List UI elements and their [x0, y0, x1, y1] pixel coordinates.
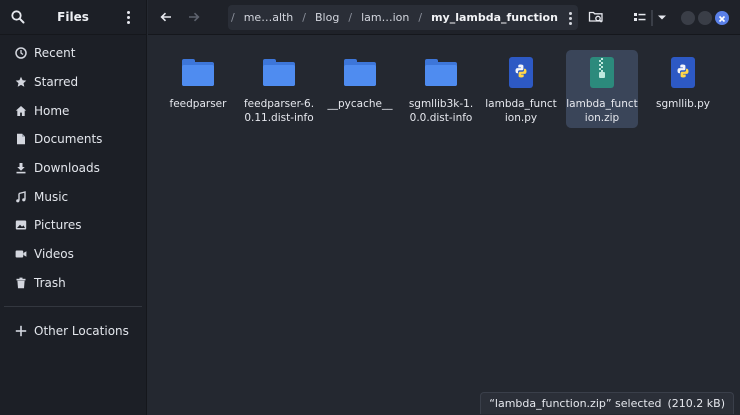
forward-arrow-icon[interactable] [186, 9, 202, 25]
sidebar-item-label: Home [34, 103, 70, 118]
file-name: feedparser-6.0.11.dist-info [243, 98, 315, 124]
sidebar-item-label: Videos [34, 247, 74, 262]
sidebar-item-trash[interactable]: Trash [0, 269, 146, 298]
toolbar-divider [651, 10, 653, 26]
file-item-folder[interactable]: feedparser-6.0.11.dist-info [243, 50, 315, 128]
zip-archive-icon [584, 55, 620, 91]
file-name: lambda_function.py [485, 98, 557, 124]
sidebar-item-label: Music [34, 189, 69, 204]
sidebar-item-downloads[interactable]: Downloads [0, 154, 146, 183]
sidebar-item-home[interactable]: Home [0, 96, 146, 125]
file-view: feedparser feedparser-6.0.11.dist-info _… [148, 36, 740, 415]
music-icon [15, 190, 27, 203]
path-separator: / [418, 11, 423, 24]
chevron-down-icon[interactable] [654, 9, 670, 25]
file-name: lambda_function.zip [566, 98, 638, 124]
status-selected-text: “lambda_function.zip” selected [489, 397, 662, 410]
plus-icon [15, 325, 27, 337]
sidebar-item-label: Documents [34, 132, 103, 147]
sidebar-item-videos[interactable]: Videos [0, 240, 146, 269]
breadcrumb-item[interactable]: me…alth [238, 11, 300, 24]
file-name: sgmllib3k-1.0.0.dist-info [408, 98, 474, 124]
file-name: feedparser [169, 98, 227, 110]
video-icon [15, 248, 27, 260]
breadcrumb-item[interactable]: Blog [309, 11, 345, 24]
sidebar-item-label: Pictures [34, 218, 82, 233]
picture-icon [15, 219, 27, 231]
close-icon [718, 15, 726, 23]
path-separator: / [302, 11, 307, 24]
trash-icon [15, 277, 27, 289]
minimize-button[interactable] [681, 11, 695, 25]
selection-status: “lambda_function.zip” selected (210.2 kB… [480, 392, 734, 414]
download-icon [15, 162, 27, 174]
path-separator: / [231, 11, 235, 24]
close-button[interactable] [715, 11, 729, 25]
file-item-folder[interactable]: sgmllib3k-1.0.0.dist-info [405, 50, 477, 128]
back-arrow-icon[interactable] [158, 9, 174, 25]
header-bar: / me…alth / Blog / lam…ion / my_lambda_f… [148, 0, 740, 35]
sidebar-item-label: Other Locations [34, 323, 129, 338]
search-folder-icon[interactable] [588, 9, 604, 25]
sidebar-header: Files [0, 0, 146, 35]
places-list: Recent Starred Home Documents Downloads … [0, 35, 146, 345]
main-menu-icon[interactable] [120, 9, 136, 25]
sidebar: Files Recent Starred Home Documents Down… [0, 0, 147, 415]
file-name: sgmllib.py [656, 98, 710, 110]
sidebar-item-label: Downloads [34, 161, 100, 176]
breadcrumb-item[interactable]: lam…ion [355, 11, 415, 24]
maximize-button[interactable] [698, 11, 712, 25]
clock-icon [15, 47, 27, 60]
sidebar-item-label: Recent [34, 46, 76, 61]
folder-icon [423, 55, 459, 91]
file-item-folder[interactable]: feedparser [162, 50, 234, 128]
app-title: Files [57, 10, 89, 24]
path-bar: / me…alth / Blog / lam…ion / my_lambda_f… [228, 5, 578, 30]
file-item-python[interactable]: sgmllib.py [647, 50, 719, 128]
sidebar-item-other-locations[interactable]: Other Locations [0, 316, 146, 345]
python-file-icon [503, 55, 539, 91]
list-view-icon[interactable] [632, 9, 648, 25]
path-menu-icon[interactable] [569, 12, 572, 25]
folder-icon [342, 55, 378, 91]
breadcrumb-current[interactable]: my_lambda_function [425, 11, 564, 24]
sidebar-item-documents[interactable]: Documents [0, 125, 146, 154]
document-icon [15, 133, 27, 145]
file-item-python[interactable]: lambda_function.py [485, 50, 557, 128]
sidebar-divider [4, 306, 142, 308]
file-name: __pycache__ [327, 98, 393, 110]
status-size-text: (210.2 kB) [667, 397, 726, 410]
sidebar-item-starred[interactable]: Starred [0, 68, 146, 97]
sidebar-item-music[interactable]: Music [0, 182, 146, 211]
folder-icon [261, 55, 297, 91]
file-item-folder[interactable]: __pycache__ [324, 50, 396, 128]
sidebar-item-pictures[interactable]: Pictures [0, 211, 146, 240]
file-item-zip-selected[interactable]: lambda_function.zip [566, 50, 638, 128]
search-icon[interactable] [10, 9, 26, 25]
folder-icon [180, 55, 216, 91]
python-file-icon [665, 55, 701, 91]
home-icon [15, 105, 27, 117]
sidebar-item-label: Trash [34, 275, 66, 290]
path-separator: / [348, 11, 353, 24]
sidebar-item-recent[interactable]: Recent [0, 39, 146, 68]
sidebar-item-label: Starred [34, 75, 79, 90]
star-icon [15, 76, 27, 88]
